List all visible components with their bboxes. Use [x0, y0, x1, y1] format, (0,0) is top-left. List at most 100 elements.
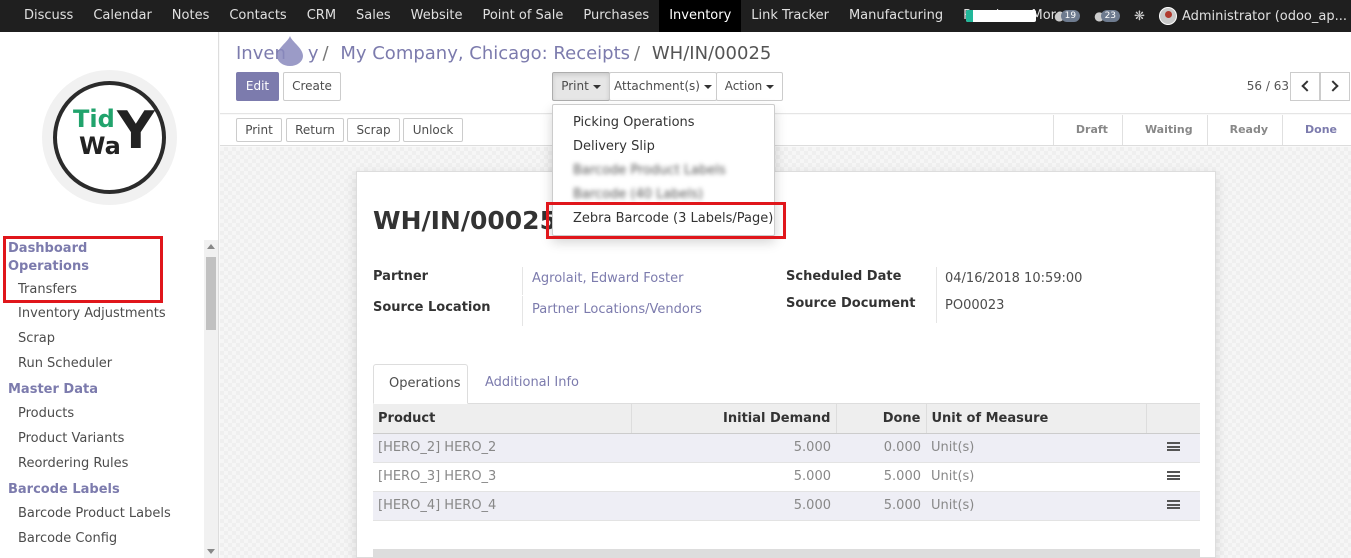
logo-ring: Tid Wa Y	[53, 81, 166, 194]
sidebar-item-products[interactable]: Products	[0, 401, 204, 426]
nav-sales[interactable]: Sales	[346, 0, 401, 32]
sidebar-scrollbar[interactable]	[204, 240, 218, 558]
tab-additional-info[interactable]: Additional Info	[470, 364, 594, 404]
scheduled-date-value: 04/16/2018 10:59:00	[945, 271, 1083, 286]
stage-draft[interactable]: Draft	[1052, 115, 1122, 145]
sidebar-section-barcode-labels[interactable]: Barcode Labels	[0, 479, 204, 501]
systray: ● 19 ● 23 ❋ Administrator (odoo_ap...	[966, 0, 1351, 32]
nav-crm[interactable]: CRM	[297, 0, 346, 32]
nav-discuss[interactable]: Discuss	[14, 0, 83, 32]
operations-table: Product Initial Demand Done Unit of Meas…	[373, 404, 1200, 521]
top-navbar: Discuss Calendar Notes Contacts CRM Sale…	[0, 0, 1351, 32]
nav-inventory[interactable]: Inventory	[659, 0, 742, 32]
pager-value[interactable]: 56 / 63	[1247, 79, 1289, 93]
progress-fill	[966, 10, 974, 22]
print-button[interactable]: Print	[236, 118, 282, 142]
nav-purchases[interactable]: Purchases	[573, 0, 659, 32]
nav-link-tracker[interactable]: Link Tracker	[741, 0, 839, 32]
logo-text-tid: Tid	[73, 105, 115, 133]
action-dropdown-button[interactable]: Action	[716, 72, 783, 101]
source-document-label: Source Document	[786, 296, 916, 311]
column-header-done[interactable]: Done	[836, 404, 927, 434]
sidebar-item-scrap[interactable]: Scrap	[0, 326, 204, 351]
nav-manufacturing[interactable]: Manufacturing	[839, 0, 953, 32]
nav-contacts[interactable]: Contacts	[219, 0, 296, 32]
sidebar-section-master-data[interactable]: Master Data	[0, 379, 204, 401]
partner-value[interactable]: Agrolait, Edward Foster	[532, 271, 683, 286]
logo-text-y: Y	[117, 101, 155, 161]
menu-item-picking-operations[interactable]: Picking Operations	[573, 115, 695, 130]
chevron-left-icon	[1301, 80, 1313, 92]
attachments-dropdown-button[interactable]: Attachment(s)	[609, 72, 717, 101]
chevron-right-icon	[1327, 80, 1339, 92]
pager-next-button[interactable]	[1320, 72, 1350, 101]
cell-product: [HERO_2] HERO_2	[373, 433, 631, 463]
scroll-up-icon[interactable]	[207, 244, 215, 249]
column-header-initial-demand[interactable]: Initial Demand	[631, 404, 837, 434]
return-button[interactable]: Return	[286, 118, 344, 142]
stage-pipeline: Draft Waiting Ready Done	[1052, 115, 1351, 145]
list-icon[interactable]	[1166, 442, 1180, 451]
cell-uom: Unit(s)	[926, 433, 1146, 463]
bug-icon[interactable]: ❋	[1134, 9, 1145, 24]
table-row[interactable]: [HERO_4] HERO_4 5.000 5.000 Unit(s)	[373, 491, 1200, 521]
messaging-menu[interactable]: ● 23	[1094, 9, 1121, 23]
cursor-drop-icon	[276, 36, 304, 66]
field-divider	[936, 267, 937, 323]
list-icon[interactable]	[1166, 471, 1180, 480]
avatar[interactable]	[1158, 7, 1177, 25]
pager-previous-button[interactable]	[1290, 72, 1320, 101]
nav-point-of-sale[interactable]: Point of Sale	[472, 0, 573, 32]
cell-details[interactable]	[1146, 491, 1200, 521]
nav-notes[interactable]: Notes	[162, 0, 220, 32]
stage-ready[interactable]: Ready	[1206, 115, 1282, 145]
progress-bar	[966, 10, 1037, 22]
user-menu[interactable]: Administrator (odoo_ap...	[1182, 9, 1351, 24]
sidebar-item-barcode-product-labels[interactable]: Barcode Product Labels	[0, 501, 204, 526]
scheduled-date-label: Scheduled Date	[786, 269, 902, 284]
cell-initial-demand: 5.000	[631, 491, 836, 521]
breadcrumb-separator: /	[634, 43, 641, 64]
list-icon[interactable]	[1166, 500, 1180, 509]
stage-done[interactable]: Done	[1282, 115, 1351, 145]
partner-label: Partner	[373, 269, 429, 284]
nav-calendar[interactable]: Calendar	[83, 0, 161, 32]
nav-website[interactable]: Website	[401, 0, 473, 32]
cell-done: 5.000	[836, 491, 926, 521]
source-location-value[interactable]: Partner Locations/Vendors	[532, 302, 702, 317]
menu-item-barcode-40-labels[interactable]: Barcode (40 Labels)	[573, 187, 703, 202]
table-row[interactable]: [HERO_2] HERO_2 5.000 0.000 Unit(s)	[373, 433, 1200, 463]
cell-details[interactable]	[1146, 462, 1200, 492]
scroll-down-icon[interactable]	[207, 549, 215, 554]
unlock-button[interactable]: Unlock	[403, 118, 463, 142]
sidebar-item-run-scheduler[interactable]: Run Scheduler	[0, 351, 204, 376]
sidebar-item-inventory-adjustments[interactable]: Inventory Adjustments	[0, 301, 204, 326]
breadcrumb-current: WH/IN/00025	[651, 43, 772, 64]
stage-waiting[interactable]: Waiting	[1121, 115, 1207, 145]
notebook-tabs: Operations Additional Info	[373, 364, 1200, 404]
create-button[interactable]: Create	[283, 72, 341, 101]
column-header-product[interactable]: Product	[373, 404, 632, 434]
cell-initial-demand: 5.000	[631, 462, 836, 492]
activity-menu[interactable]: ● 19	[1054, 9, 1081, 23]
sidebar-item-product-variants[interactable]: Product Variants	[0, 426, 204, 451]
sidebar-item-barcode-config[interactable]: Barcode Config	[0, 526, 204, 551]
column-header-uom[interactable]: Unit of Measure	[926, 404, 1147, 434]
cell-details[interactable]	[1146, 433, 1200, 463]
chevron-down-icon	[592, 84, 601, 89]
form-statusbar: Print Return Scrap Unlock Draft Waiting …	[220, 115, 1351, 146]
scrap-button[interactable]: Scrap	[347, 118, 400, 142]
highlight-box-operations	[3, 236, 163, 303]
menu-item-barcode-product-labels[interactable]: Barcode Product Labels	[573, 163, 726, 178]
print-dropdown-label: Print	[561, 79, 589, 93]
sidebar-item-reordering-rules[interactable]: Reordering Rules	[0, 451, 204, 476]
table-row[interactable]: [HERO_3] HERO_3 5.000 5.000 Unit(s)	[373, 462, 1200, 492]
menu-item-delivery-slip[interactable]: Delivery Slip	[573, 139, 655, 154]
tab-operations[interactable]: Operations	[373, 364, 468, 404]
print-dropdown-button[interactable]: Print	[552, 72, 610, 101]
field-divider	[522, 267, 523, 295]
table-footer	[373, 549, 1200, 558]
edit-button[interactable]: Edit	[236, 72, 279, 101]
breadcrumb-receipts[interactable]: My Company, Chicago: Receipts	[340, 43, 630, 64]
scrollbar-thumb[interactable]	[206, 257, 216, 330]
